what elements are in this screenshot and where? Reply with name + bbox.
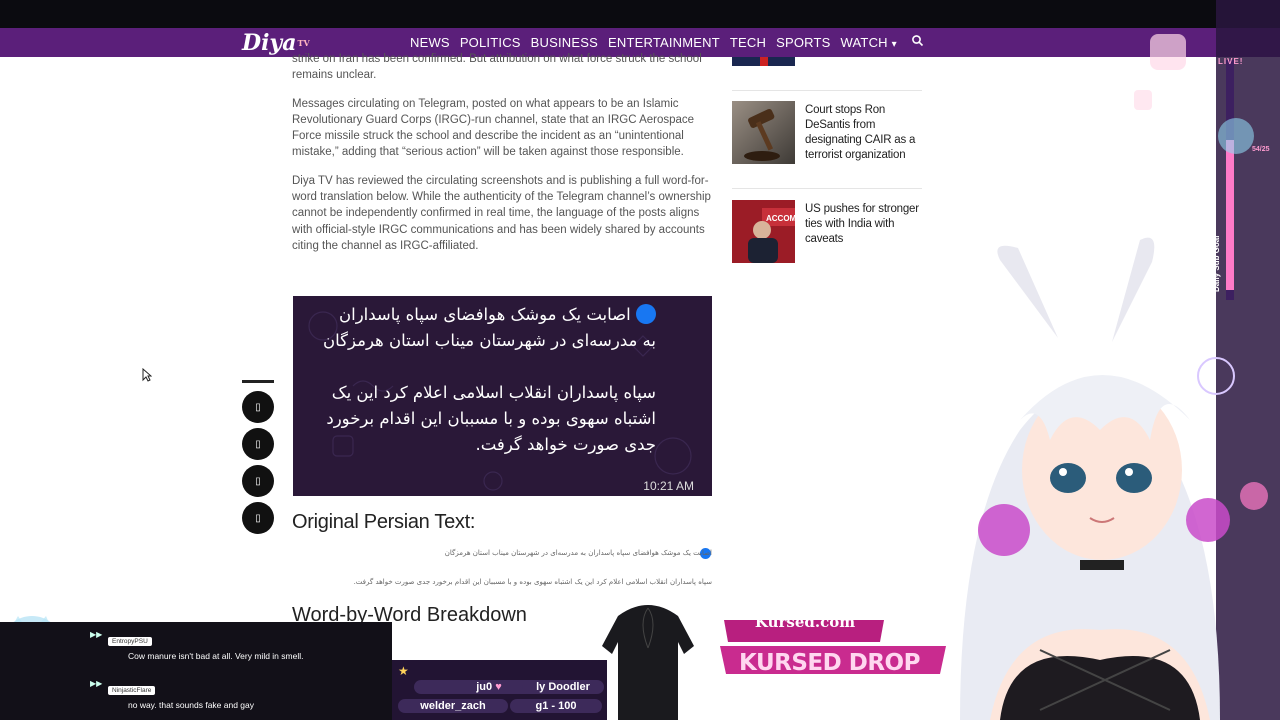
telegram-line xyxy=(296,354,656,380)
star-icon: ★ xyxy=(398,664,409,678)
sub-goal-label: Daily Sub Goal xyxy=(1212,235,1221,292)
play-icon: ▶▶ xyxy=(90,630,103,639)
nav-entertainment[interactable]: ENTERTAINMENT xyxy=(608,35,720,50)
chat-username: EntropyPSU xyxy=(108,637,152,646)
share-button[interactable]: ▯ xyxy=(242,465,274,497)
promo-title[interactable]: KURSED DROP xyxy=(712,650,947,676)
live-badge: LIVE! xyxy=(1218,57,1244,66)
sidebar-story[interactable]: ACCOM US pushes for stronger ties with I… xyxy=(732,200,922,263)
logo-sup: TV xyxy=(297,37,310,48)
sidebar-story-title[interactable]: Court stops Ron DeSantis from designatin… xyxy=(805,101,922,164)
chevron-down-icon: ▾ xyxy=(891,39,897,50)
promo-brand: Kursed.com xyxy=(754,613,856,631)
phone-icon: ▯ xyxy=(255,401,261,413)
chat-text: Cow manure isn't bad at all. Very mild i… xyxy=(128,651,304,661)
telegram-line: جدی صورت خواهد گرفت. xyxy=(475,435,656,454)
share-bar: ▯ ▯ ▯ ▯ xyxy=(242,380,274,539)
divider xyxy=(732,90,922,91)
sub-goal-count: 54/25 xyxy=(1252,146,1270,153)
sidebar-thumb-partial[interactable] xyxy=(732,57,795,66)
nav-news[interactable]: NEWS xyxy=(410,35,450,50)
section-heading: Original Persian Text: xyxy=(292,511,476,533)
stream-chat: ▶▶ EntropyPSU Cow manure isn't bad at al… xyxy=(0,622,392,720)
chat-message: ▶▶ EntropyPSU Cow manure isn't bad at al… xyxy=(90,630,350,661)
telegram-line: اشتباه سهوی بوده و با مسببان این اقدام ب… xyxy=(326,409,656,428)
sub-goal-ticker: ★ ju0 ♥ ly Doodler welder_zach g1 - 100 xyxy=(392,660,607,720)
logo-text: Diya xyxy=(242,29,297,56)
telegram-line: به مدرسه‌ای در شهرستان میناب استان هرمزگ… xyxy=(323,331,656,350)
chat-message: ▶▶ NinjasticFlare no way. that sounds fa… xyxy=(90,679,350,710)
article-paragraph: Messages circulating on Telegram, posted… xyxy=(292,97,695,159)
phone-icon: ▯ xyxy=(255,512,261,524)
nav-watch[interactable]: WATCH ▾ xyxy=(841,35,897,50)
article-body: strike on Iran has been confirmed. But a… xyxy=(292,53,712,266)
ticker-pill: g1 - 100 xyxy=(510,699,602,713)
vtuber-avatar-art xyxy=(960,0,1280,720)
telegram-message: اصابت یک موشک هوافضای سپاه پاسداران به م… xyxy=(296,302,656,458)
telegram-line: اصابت یک موشک هوافضای سپاه پاسداران xyxy=(296,302,656,328)
article-paragraph: strike on Iran has been confirmed. But a… xyxy=(292,53,702,82)
ticker-text: ju0 xyxy=(476,681,493,693)
sidebar-story[interactable]: Court stops Ron DeSantis from designatin… xyxy=(732,101,922,164)
ticker-pill: welder_zach xyxy=(398,699,508,713)
nav-politics[interactable]: POLITICS xyxy=(460,35,521,50)
share-button[interactable]: ▯ xyxy=(242,428,274,460)
phone-icon: ▯ xyxy=(255,438,261,450)
share-button[interactable]: ▯ xyxy=(242,391,274,423)
thumb-stripe xyxy=(760,57,768,66)
mouse-cursor-icon xyxy=(142,368,152,382)
blue-dot-icon xyxy=(636,304,656,324)
nav-tech[interactable]: TECH xyxy=(730,35,766,50)
promo-note: *FOR A LIMITED TIME ONLY xyxy=(745,706,819,712)
promo-cta[interactable]: PRE-ORDER NOW! xyxy=(712,680,942,697)
gavel-thumbnail xyxy=(732,101,795,164)
nav-business[interactable]: BUSINESS xyxy=(531,35,598,50)
telegram-screenshot: اصابت یک موشک هوافضای سپاه پاسداران به م… xyxy=(293,296,712,496)
heart-icon: ♥ xyxy=(495,681,502,693)
play-icon: ▶▶ xyxy=(90,679,103,688)
telegram-line-text: اصابت یک موشک هوافضای سپاه پاسداران xyxy=(339,305,631,324)
svg-text:ACCOM: ACCOM xyxy=(766,214,795,223)
telegram-timestamp: 10:21 AM xyxy=(643,479,694,493)
ticker-pill: ly Doodler xyxy=(522,680,604,694)
sidebar-story-title[interactable]: US pushes for stronger ties with India w… xyxy=(805,200,922,263)
phone-icon: ▯ xyxy=(255,475,261,487)
speaker-thumbnail: ACCOM xyxy=(732,200,795,263)
telegram-line: سپاه پاسداران انقلاب اسلامی اعلام کرد ای… xyxy=(331,383,656,402)
share-button[interactable]: ▯ xyxy=(242,502,274,534)
article-paragraph: Diya TV has reviewed the circulating scr… xyxy=(292,174,711,252)
chat-text: no way. that sounds fake and gay xyxy=(128,700,255,710)
persian-text-line: سپاه پاسداران انقلاب اسلامی اعلام کرد ای… xyxy=(353,578,712,586)
persian-text-line: اصابت یک موشک هوافضای سپاه پاسداران به م… xyxy=(444,549,712,557)
share-bar-rule xyxy=(242,380,274,383)
divider xyxy=(732,188,922,189)
nav-watch-label: WATCH xyxy=(840,35,888,50)
chat-username: NinjasticFlare xyxy=(108,686,156,695)
nav-sports[interactable]: SPORTS xyxy=(776,35,830,50)
